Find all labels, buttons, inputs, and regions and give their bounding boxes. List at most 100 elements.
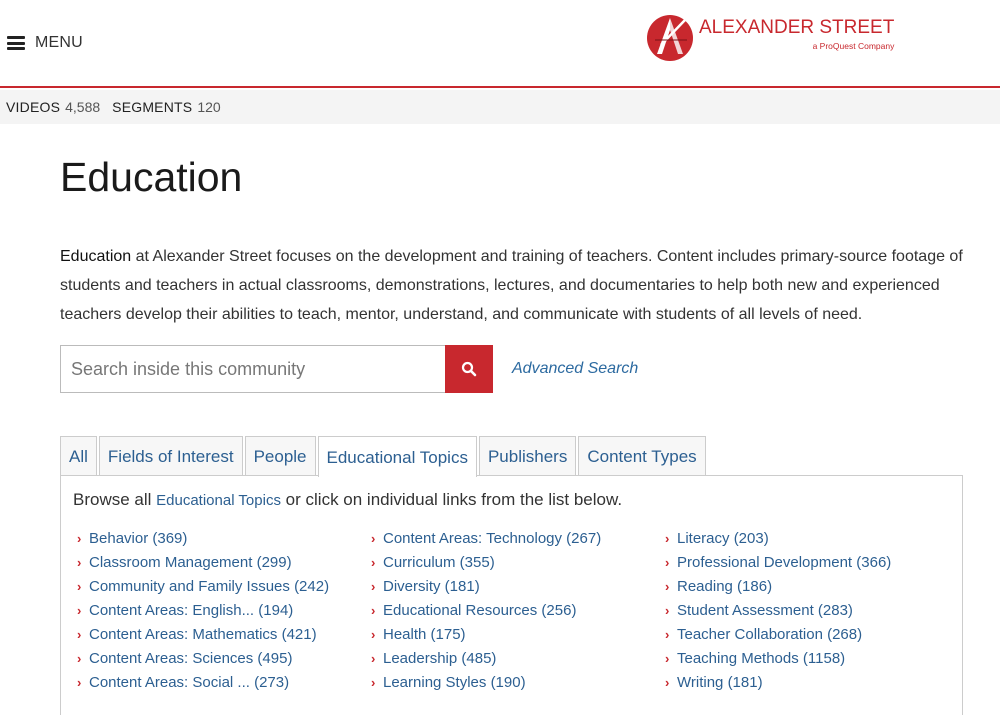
collection-stats: VIDEOS 4,588 SEGMENTS 120 [0,90,1000,124]
topic-link[interactable]: › Writing (181) [665,670,891,694]
browse-intro: Browse all Educational Topics or click o… [73,490,622,510]
chevron-right-icon: › [371,674,376,690]
topic-label: Reading (186) [677,577,773,595]
chevron-right-icon: › [665,650,670,666]
segments-count: 120 [197,99,221,115]
topic-label: Literacy (203) [677,529,769,547]
search-icon [461,361,477,377]
alexander-street-logo-icon [647,15,693,61]
chevron-right-icon: › [371,602,376,618]
hamburger-icon [7,36,25,50]
chevron-right-icon: › [371,650,376,666]
topic-link[interactable]: › Content Areas: Technology (267) [371,526,601,550]
logo-tagline: a ProQuest Company [812,41,895,51]
page-title: Education [60,154,243,200]
chevron-right-icon: › [371,530,376,546]
search-button[interactable] [445,345,493,393]
topic-link[interactable]: › Reading (186) [665,574,891,598]
topic-link[interactable]: › Diversity (181) [371,574,601,598]
topic-label: Curriculum (355) [383,553,495,571]
topic-link[interactable]: › Content Areas: Mathematics (421) [77,622,329,646]
topic-link[interactable]: › Community and Family Issues (242) [77,574,329,598]
topic-link[interactable]: › Student Assessment (283) [665,598,891,622]
chevron-right-icon: › [77,602,82,618]
topics-panel: Browse all Educational Topics or click o… [60,475,963,715]
chevron-right-icon: › [665,578,670,594]
topic-label: Professional Development (366) [677,553,892,571]
browse-suffix: or click on individual links from the li… [280,490,623,509]
search-input[interactable] [60,345,446,393]
topic-label: Content Areas: Mathematics (421) [89,625,317,643]
logo-name: ALEXANDER STREET [699,17,895,38]
videos-label: VIDEOS [6,99,61,115]
topic-label: Leadership (485) [383,649,497,667]
browse-tabs: All Fields of Interest People Educationa… [60,436,708,477]
topic-link[interactable]: › Literacy (203) [665,526,891,550]
topic-link[interactable]: › Leadership (485) [371,646,601,670]
topic-link[interactable]: › Curriculum (355) [371,550,601,574]
chevron-right-icon: › [371,626,376,642]
segments-label: SEGMENTS [112,99,193,115]
topic-label: Diversity (181) [383,577,480,595]
topic-label: Teacher Collaboration (268) [677,625,863,643]
tab-educational-topics[interactable]: Educational Topics [317,436,477,477]
chevron-right-icon: › [77,578,82,594]
topic-link[interactable]: › Professional Development (366) [665,550,891,574]
topic-label: Educational Resources (256) [383,601,577,619]
community-description: Education at Alexander Street focuses on… [60,242,995,329]
topic-label: Content Areas: English... (194) [89,601,294,619]
community-search [60,345,493,393]
tab-content-types[interactable]: Content Types [578,436,706,476]
chevron-right-icon: › [371,554,376,570]
topic-label: Teaching Methods (1158) [677,649,846,667]
chevron-right-icon: › [371,578,376,594]
topic-link[interactable]: › Behavior (369) [77,526,329,550]
topics-column-3: › Literacy (203) › Professional Developmen… [665,526,891,694]
chevron-right-icon: › [665,674,670,690]
site-header: MENU ALEXANDER STREET a ProQuest Company [0,0,1000,88]
tab-people[interactable]: People [244,436,316,476]
site-logo[interactable]: ALEXANDER STREET a ProQuest Company [645,12,894,62]
topic-link[interactable]: › Health (175) [371,622,601,646]
description-lead: Education [60,248,132,265]
topic-label: Content Areas: Social ... (273) [89,673,290,691]
topic-link[interactable]: › Content Areas: Social ... (273) [77,670,329,694]
chevron-right-icon: › [77,554,82,570]
topic-link[interactable]: › Content Areas: Sciences (495) [77,646,329,670]
topic-link[interactable]: › Educational Resources (256) [371,598,601,622]
chevron-right-icon: › [665,554,670,570]
topic-label: Community and Family Issues (242) [89,577,330,595]
chevron-right-icon: › [665,530,670,546]
chevron-right-icon: › [665,602,670,618]
topic-label: Content Areas: Technology (267) [383,529,602,547]
tab-fields-of-interest[interactable]: Fields of Interest [98,436,243,476]
chevron-right-icon: › [77,626,82,642]
topic-link[interactable]: › Teaching Methods (1158) [665,646,891,670]
topic-label: Content Areas: Sciences (495) [89,649,293,667]
topic-label: Student Assessment (283) [677,601,853,619]
description-body: at Alexander Street focuses on the devel… [60,248,963,323]
topic-link[interactable]: › Content Areas: English... (194) [77,598,329,622]
advanced-search-link[interactable]: Advanced Search [512,360,638,378]
topic-link[interactable]: › Classroom Management (299) [77,550,329,574]
topics-column-1: › Behavior (369) › Classroom Management (2… [77,526,329,694]
browse-prefix: Browse all [73,490,157,509]
chevron-right-icon: › [77,674,82,690]
topic-label: Health (175) [383,625,466,643]
topic-label: Writing (181) [677,673,763,691]
menu-button[interactable]: MENU [7,34,83,52]
tab-all[interactable]: All [60,436,97,476]
chevron-right-icon: › [77,650,82,666]
topic-label: Classroom Management (299) [89,553,292,571]
tab-publishers[interactable]: Publishers [478,436,577,476]
topic-link[interactable]: › Teacher Collaboration (268) [665,622,891,646]
topic-link[interactable]: › Learning Styles (190) [371,670,601,694]
browse-all-topics-link[interactable]: Educational Topics [156,492,281,509]
menu-label: MENU [35,34,83,51]
topics-column-2: › Content Areas: Technology (267) › Curric… [371,526,601,694]
topic-label: Learning Styles (190) [383,673,526,691]
chevron-right-icon: › [665,626,670,642]
topic-label: Behavior (369) [89,529,188,547]
chevron-right-icon: › [77,530,82,546]
videos-count: 4,588 [65,99,101,115]
